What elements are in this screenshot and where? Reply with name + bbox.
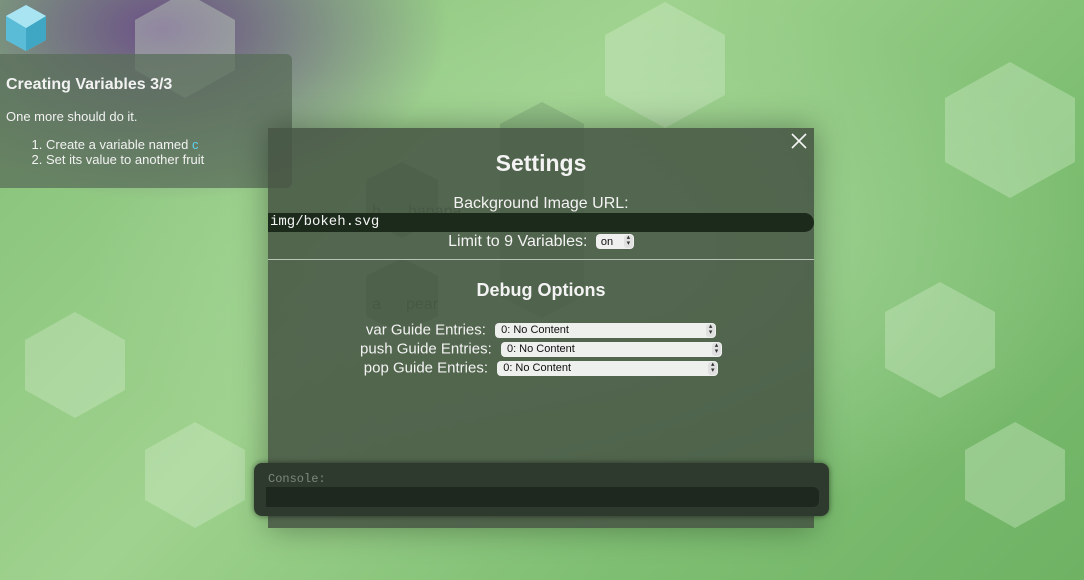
console-label: Console:: [268, 472, 326, 486]
variable-name-highlight: c: [191, 137, 199, 152]
section-divider: [268, 259, 814, 260]
debug-options-title: Debug Options: [476, 280, 606, 300]
push-guide-select[interactable]: 0: No Content ▴ ▾: [500, 341, 722, 357]
console-panel: Console:: [254, 463, 829, 516]
limit-variables-select[interactable]: on ▴ ▾: [595, 234, 634, 250]
debug-row-push: push Guide Entries: 0: No Content ▴ ▾: [268, 340, 814, 358]
tutorial-panel: Creating Variables 3/3 One more should d…: [0, 54, 292, 188]
close-icon[interactable]: [790, 132, 808, 150]
background-url-input[interactable]: img/bokeh.svg: [268, 213, 814, 232]
limit-variables-label: Limit to 9 Variables:: [448, 233, 588, 250]
tutorial-step: Set its value to another fruit: [46, 152, 204, 167]
push-guide-value: 0: No Content: [506, 343, 575, 356]
limit-variables-row: Limit to 9 Variables: on ▴ ▾: [268, 233, 814, 251]
debug-row-pop: pop Guide Entries: 0: No Content ▴ ▾: [268, 359, 814, 377]
bokeh-hex: [25, 312, 125, 418]
var-guide-label: var Guide Entries:: [365, 321, 486, 339]
select-stepper-icon: ▴ ▾: [706, 323, 716, 337]
limit-variables-value: on: [600, 235, 614, 248]
bokeh-hex: [605, 2, 725, 128]
push-guide-label: push Guide Entries:: [360, 340, 492, 358]
console-input[interactable]: [266, 487, 819, 507]
bokeh-hex: [945, 62, 1075, 198]
bokeh-hex: [885, 282, 995, 398]
pop-guide-select[interactable]: 0: No Content ▴ ▾: [497, 360, 719, 376]
var-guide-value: 0: No Content: [501, 324, 569, 337]
hexagon-cube-logo-icon[interactable]: [4, 4, 48, 52]
background-url-label: Background Image URL:: [453, 195, 629, 212]
debug-row-var: var Guide Entries: 0: No Content ▴ ▾: [268, 321, 814, 339]
tutorial-steps: Create a variable named c Set its value …: [6, 137, 204, 167]
bokeh-hex: [145, 422, 245, 528]
tutorial-subtitle: One more should do it.: [6, 109, 138, 124]
tutorial-step: Create a variable named c: [46, 137, 204, 152]
bokeh-hex: [965, 422, 1065, 528]
select-stepper-icon: ▴ ▾: [623, 234, 633, 249]
var-guide-select[interactable]: 0: No Content ▴ ▾: [495, 322, 717, 338]
select-stepper-icon: ▴ ▾: [711, 342, 721, 356]
pop-guide-value: 0: No Content: [503, 362, 572, 375]
settings-title: Settings: [495, 150, 587, 176]
select-stepper-icon: ▴ ▾: [708, 361, 718, 375]
pop-guide-label: pop Guide Entries:: [363, 359, 489, 377]
tutorial-title: Creating Variables 3/3: [6, 76, 173, 93]
